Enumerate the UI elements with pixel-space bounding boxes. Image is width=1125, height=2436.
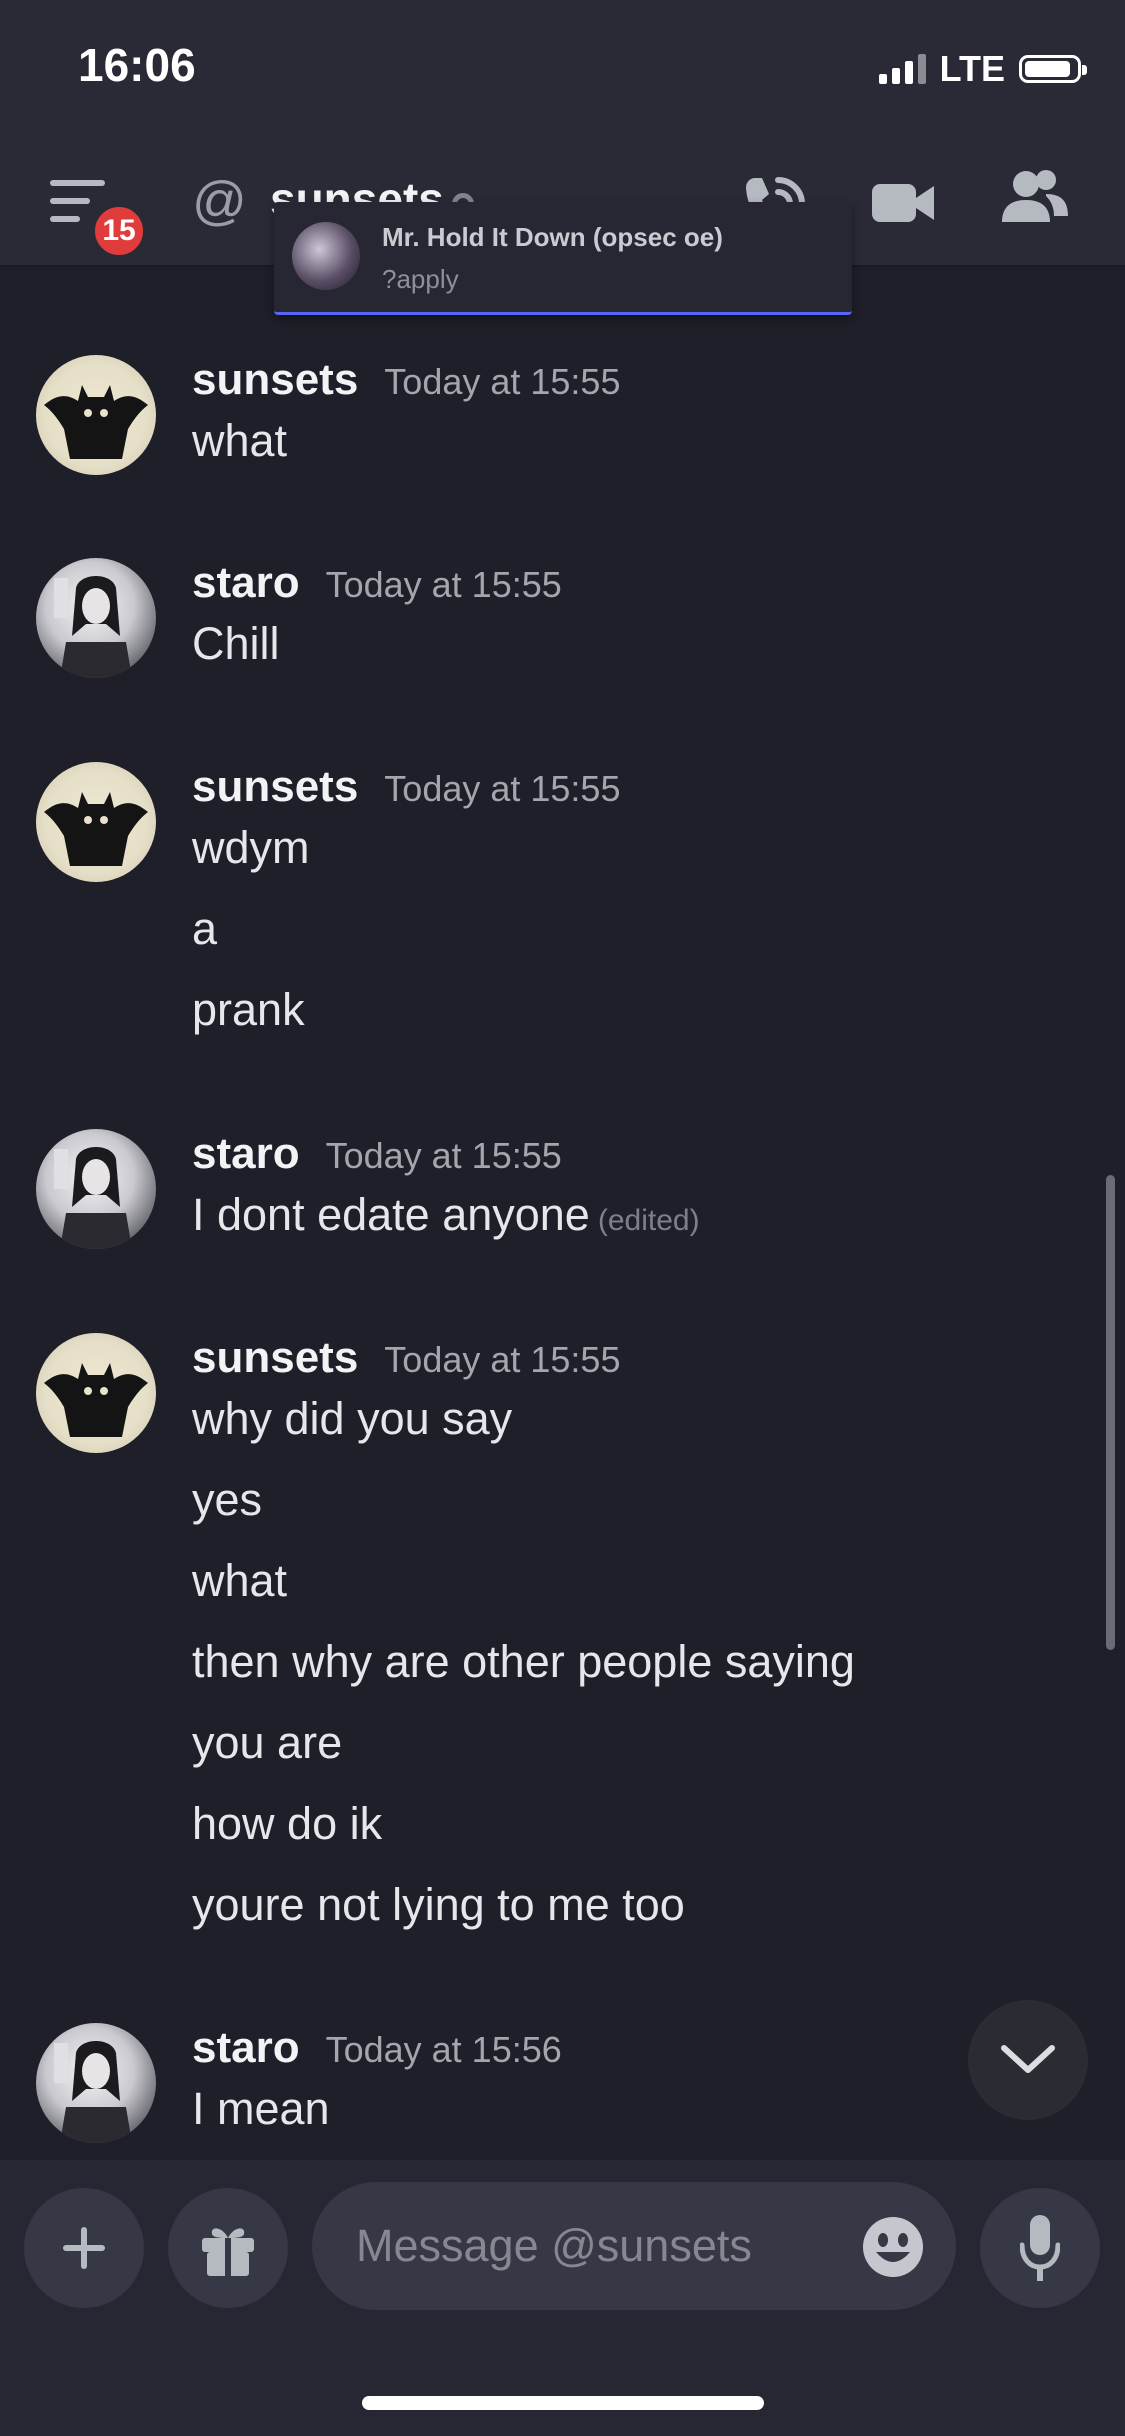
bat-cat-avatar-image — [44, 1363, 148, 1437]
status-time: 16:06 — [78, 39, 196, 91]
message-text: Chill — [192, 618, 280, 669]
message-text: prank — [192, 984, 305, 1035]
message-timestamp: Today at 15:55 — [384, 768, 621, 809]
gift-button[interactable] — [168, 2188, 288, 2308]
message-author[interactable]: sunsets — [192, 762, 358, 812]
attach-button[interactable] — [24, 2188, 144, 2308]
at-icon: @ — [192, 171, 247, 231]
message-text-content: I dont edate anyone — [192, 1189, 590, 1240]
message-author[interactable]: staro — [192, 1129, 300, 1179]
girl-avatar-image — [54, 2041, 132, 2143]
message-author[interactable]: staro — [192, 558, 300, 608]
jump-to-present-button[interactable] — [968, 2000, 1088, 2120]
scrollbar[interactable] — [1106, 1175, 1115, 1650]
avatar[interactable] — [36, 558, 156, 678]
edited-label: (edited) — [597, 1204, 700, 1237]
message-text: what — [192, 415, 288, 466]
girl-avatar-image — [54, 1147, 132, 1249]
microphone-icon — [1020, 2215, 1060, 2281]
smiley-icon — [863, 2217, 923, 2277]
emoji-button[interactable] — [862, 2216, 924, 2278]
message-author[interactable]: sunsets — [192, 1333, 358, 1383]
message-input[interactable] — [312, 2182, 956, 2310]
battery-icon — [1019, 55, 1087, 83]
avatar[interactable] — [36, 355, 156, 475]
avatar[interactable] — [36, 762, 156, 882]
message-text: yes — [192, 1474, 263, 1525]
unread-badge: 15 — [90, 202, 148, 260]
message-timestamp: Today at 15:55 — [325, 564, 562, 605]
avatar[interactable] — [36, 1333, 156, 1453]
message-list[interactable]: sunsets Today at 15:55 what staro Today … — [0, 265, 1125, 2160]
message-text: how do ik — [192, 1798, 383, 1849]
message-timestamp: Today at 15:55 — [384, 1339, 621, 1380]
signal-icon — [878, 54, 926, 84]
plus-icon — [63, 2227, 105, 2269]
message-text: I dont edate anyone (edited) — [192, 1189, 700, 1241]
members-icon[interactable] — [1002, 168, 1068, 229]
message-text: what — [192, 1555, 288, 1606]
chevron-down-icon — [1001, 2045, 1055, 2073]
gift-icon — [202, 2228, 254, 2276]
status-bar: 16:06 LTE — [0, 0, 1125, 140]
bat-cat-avatar-image — [44, 385, 148, 459]
message-text: I mean — [192, 2083, 330, 2134]
message-text: a — [192, 903, 218, 954]
menu-button[interactable]: 15 — [50, 180, 148, 260]
avatar[interactable] — [36, 1129, 156, 1249]
message-timestamp: Today at 15:55 — [325, 1135, 562, 1176]
home-indicator[interactable] — [362, 2396, 764, 2410]
message-text: you are — [192, 1717, 343, 1768]
avatar[interactable] — [36, 2023, 156, 2143]
bat-cat-avatar-image — [44, 792, 148, 866]
status-indicators: LTE — [878, 48, 1087, 90]
message-author[interactable]: sunsets — [192, 355, 358, 405]
message-text: wdym — [192, 822, 310, 873]
message-text: why did you say — [192, 1393, 513, 1444]
message-author[interactable]: staro — [192, 2023, 300, 2073]
network-label: LTE — [939, 48, 1005, 89]
message-text: then why are other people saying — [192, 1636, 855, 1687]
message-timestamp: Today at 15:56 — [325, 2029, 562, 2070]
video-icon[interactable] — [872, 180, 934, 231]
message-timestamp: Today at 15:55 — [384, 361, 621, 402]
voice-message-button[interactable] — [980, 2188, 1100, 2308]
popup-bot-name: Mr. Hold It Down (opsec oe) — [382, 222, 723, 252]
message-text: youre not lying to me too — [192, 1879, 685, 1930]
message-composer — [0, 2160, 1125, 2436]
girl-avatar-image — [54, 576, 132, 678]
